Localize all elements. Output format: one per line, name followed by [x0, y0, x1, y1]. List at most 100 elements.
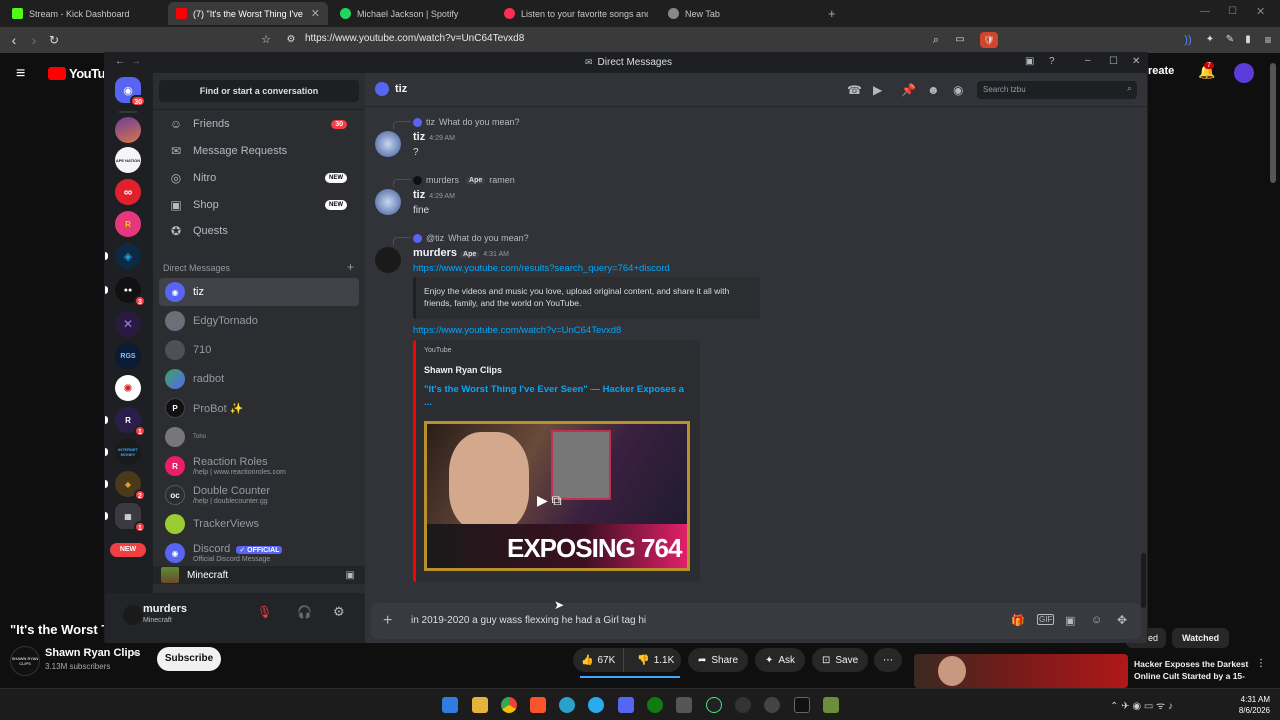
- apps-icon[interactable]: ✥: [1117, 613, 1127, 627]
- avatar[interactable]: [375, 189, 401, 215]
- server-red-star[interactable]: ✺: [115, 375, 141, 401]
- mic-muted-icon[interactable]: 🎙: [257, 605, 272, 619]
- video-icon[interactable]: ▶: [873, 83, 882, 97]
- emoji-icon[interactable]: ☺: [1091, 614, 1102, 626]
- settings-icon[interactable]: [764, 697, 780, 713]
- tab-spotify[interactable]: Michael Jackson | Spotify: [332, 2, 492, 25]
- play-icon[interactable]: ▶ ⧉: [537, 492, 562, 509]
- more-button[interactable]: ⋯: [874, 648, 902, 672]
- settings-gear-icon[interactable]: ⚙: [333, 604, 345, 620]
- call-icon[interactable]: ☎: [847, 83, 862, 97]
- add-friend-icon[interactable]: ☻: [927, 83, 940, 97]
- dm-double-counter[interactable]: oc Double Counter/help | doublecounter.g…: [159, 481, 359, 509]
- forward-icon[interactable]: ›: [26, 32, 42, 48]
- message-author[interactable]: tiz 4:29 AM: [413, 131, 455, 143]
- maximize-icon[interactable]: ☐: [1109, 56, 1118, 67]
- discord-taskbar-icon[interactable]: [618, 697, 634, 713]
- help-icon[interactable]: ?: [1049, 56, 1055, 67]
- activity-bar[interactable]: Minecraft ▣: [153, 566, 365, 584]
- message-link[interactable]: https://www.youtube.com/results?search_q…: [413, 263, 670, 274]
- more-vert-icon[interactable]: ⋮: [1256, 658, 1266, 669]
- address-bar[interactable]: https://www.youtube.com/watch?v=UnC64Tev…: [305, 33, 524, 44]
- server-blue[interactable]: ◈: [115, 243, 141, 269]
- subscribe-button[interactable]: Subscribe: [157, 647, 221, 671]
- server-dots[interactable]: ●● 3: [115, 277, 146, 307]
- reply-preview[interactable]: murders Ape ramen: [413, 175, 515, 185]
- dm-reaction-roles[interactable]: R Reaction Roles/help | www.reactionrole…: [159, 452, 359, 480]
- back-icon[interactable]: ←: [115, 56, 125, 67]
- store-icon[interactable]: [676, 697, 692, 713]
- minimize-icon[interactable]: –: [1085, 55, 1091, 66]
- extensions-icon[interactable]: ✦: [1202, 32, 1218, 48]
- telegram-icon[interactable]: [588, 697, 604, 713]
- nav-nitro[interactable]: ◎ Nitro NEW: [159, 166, 359, 190]
- server-ape-nation[interactable]: APE NATION: [115, 147, 141, 173]
- back-icon[interactable]: ‹: [6, 32, 22, 48]
- dm-toho[interactable]: Toho: [159, 423, 359, 451]
- dm-710[interactable]: 710: [159, 336, 359, 364]
- chat-scrollbar[interactable]: [1141, 553, 1146, 608]
- share-button[interactable]: ➦ Share: [688, 648, 749, 672]
- file-explorer-icon[interactable]: [472, 697, 488, 713]
- close-tab-icon[interactable]: ✕: [311, 7, 320, 20]
- dm-tiz[interactable]: ◉ tiz: [159, 278, 359, 306]
- side-video-thumbnail[interactable]: [914, 654, 1128, 688]
- minecraft-taskbar-icon[interactable]: [823, 697, 839, 713]
- channel-avatar[interactable]: SHAWN RYAN CLIPS: [10, 646, 40, 676]
- xbox-icon[interactable]: [647, 697, 663, 713]
- dm-discord[interactable]: ◉ Discord ✓ OFFICIAL Official Discord Me…: [159, 539, 359, 567]
- dm-trackerviews[interactable]: TrackerViews: [159, 510, 359, 538]
- forward-icon[interactable]: →: [131, 56, 141, 67]
- dm-probot[interactable]: P ProBot ✨: [159, 394, 359, 422]
- tray-icons[interactable]: ⌃ ✈ ◉ ▭ ᯤ ♪: [1110, 698, 1173, 712]
- clock[interactable]: 4:31 AM 8/6/2026: [1234, 694, 1270, 716]
- minimize-icon[interactable]: —: [1200, 6, 1210, 17]
- server-x[interactable]: ✕: [115, 311, 141, 337]
- server-sunset[interactable]: [115, 117, 141, 143]
- create-dm-icon[interactable]: +: [347, 260, 354, 274]
- windows-start-icon[interactable]: [442, 697, 458, 713]
- pin-icon[interactable]: 📌: [901, 83, 916, 97]
- new-tab-icon[interactable]: +: [828, 6, 836, 21]
- save-button[interactable]: ⊡ Save: [812, 648, 869, 672]
- tab-kick[interactable]: Stream - Kick Dashboard: [4, 2, 164, 25]
- embed-author[interactable]: Shawn Ryan Clips: [424, 365, 502, 375]
- headphones-icon[interactable]: 🎧: [297, 605, 312, 619]
- brave-icon[interactable]: [530, 697, 546, 713]
- reply-preview[interactable]: @tiz What do you mean?: [413, 233, 529, 243]
- avatar[interactable]: [375, 131, 401, 157]
- message-link[interactable]: https://www.youtube.com/watch?v=UnC64Tev…: [413, 325, 621, 336]
- cast-icon[interactable]: ▭: [952, 32, 968, 48]
- bookmark-icon[interactable]: ☆: [258, 32, 274, 48]
- server-gold[interactable]: ◆ 2: [115, 471, 146, 501]
- menu-icon[interactable]: ≡: [1260, 32, 1276, 48]
- sidebar-icon[interactable]: ▮: [1240, 32, 1256, 48]
- gif-icon[interactable]: GIF: [1037, 614, 1055, 625]
- edit-icon[interactable]: ✎: [1222, 32, 1238, 48]
- zoom-icon[interactable]: ⌕: [928, 32, 944, 48]
- embed-title[interactable]: "It's the Worst Thing I've Ever Seen" — …: [424, 383, 694, 409]
- home-button[interactable]: ◉ 30: [115, 77, 146, 107]
- like-button[interactable]: 👍 67K: [573, 648, 625, 672]
- epic-icon[interactable]: [794, 697, 810, 713]
- nav-friends[interactable]: ☺ Friends 30: [159, 112, 359, 136]
- server-infinity[interactable]: ∞: [115, 179, 141, 205]
- page-scrollbar[interactable]: [1270, 63, 1276, 183]
- video-thumbnail[interactable]: ▶ ⧉ EXPOSING 764: [424, 421, 690, 571]
- dislike-button[interactable]: 👎 1.1K: [629, 655, 682, 666]
- sticker-icon[interactable]: ▣: [1065, 614, 1075, 627]
- attach-plus-icon[interactable]: +: [383, 612, 392, 630]
- gift-icon[interactable]: 🎁: [1011, 614, 1025, 627]
- new-badge[interactable]: NEW: [110, 543, 146, 557]
- server-purple[interactable]: R1: [115, 407, 146, 437]
- maximize-icon[interactable]: ☐: [1228, 6, 1237, 17]
- message-author[interactable]: murders Ape 4:31 AM: [413, 247, 509, 259]
- nav-shop[interactable]: ▣ Shop NEW: [159, 193, 359, 217]
- ask-button[interactable]: ✦ Ask: [755, 648, 806, 672]
- channel-name[interactable]: Shawn Ryan Clips: [45, 647, 140, 659]
- profile-icon[interactable]: ◉: [953, 83, 963, 97]
- message-input[interactable]: + in 2019-2020 a guy wass flexxing he ha…: [371, 603, 1141, 639]
- dm-radbot[interactable]: radbot: [159, 365, 359, 393]
- server-folder[interactable]: ▦ 1: [115, 503, 146, 533]
- dm-edgytornado[interactable]: EdgyTornado: [159, 307, 359, 335]
